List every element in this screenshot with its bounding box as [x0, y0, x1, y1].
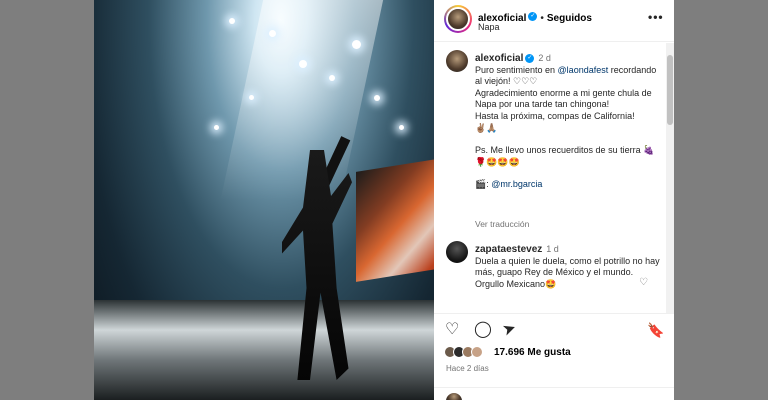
- likes-count[interactable]: 17.696 Me gusta: [494, 347, 571, 358]
- like-heart-icon[interactable]: ♡: [445, 322, 459, 338]
- separator-dot: •: [540, 13, 544, 24]
- stage-light: [249, 95, 254, 100]
- post-location[interactable]: Napa: [478, 22, 500, 32]
- post-details-panel: alexoficial ✓ • Seguidos Napa ••• alexofici…: [434, 0, 674, 400]
- comment-text: Duela a quien le duela, como el potrillo…: [475, 255, 660, 289]
- caption-age: 2 d: [538, 53, 551, 63]
- stage-light: [214, 125, 219, 130]
- page-backdrop-right: [674, 0, 768, 400]
- caption-avatar[interactable]: [446, 50, 468, 72]
- mention-link[interactable]: @mr.bgarcia: [491, 179, 542, 189]
- comment-bubble-icon[interactable]: ◯: [474, 322, 492, 338]
- current-user-avatar: [446, 393, 462, 400]
- page-backdrop-left: [0, 0, 94, 400]
- author-avatar[interactable]: [444, 5, 472, 33]
- more-options-icon[interactable]: •••: [648, 10, 664, 24]
- clapperboard-icon: 🎬: [475, 179, 487, 190]
- post-photo[interactable]: ›: [94, 0, 434, 400]
- stage-light: [352, 40, 361, 49]
- action-bar: ♡ ◯ ➤ 🔖 17.696 Me gusta Hace 2 días: [434, 313, 674, 400]
- comment-age: 1 d: [546, 244, 559, 254]
- comment-emoji: 🤩: [545, 278, 557, 289]
- caption-line: Agradecimiento enorme a mi gente chula d…: [475, 87, 652, 110]
- post-time: Hace 2 días: [446, 364, 489, 373]
- stage-floor: [94, 300, 434, 400]
- liker-avatar: [471, 346, 483, 358]
- post-header: alexoficial ✓ • Seguidos Napa •••: [434, 0, 674, 42]
- share-icon[interactable]: ➤: [500, 319, 518, 340]
- verified-icon: ✓: [525, 54, 535, 64]
- see-translation-link[interactable]: Ver traducción: [475, 219, 529, 229]
- caption-line: Puro sentimiento en: [475, 64, 558, 75]
- commenter-avatar[interactable]: [446, 241, 468, 263]
- stage-light: [229, 18, 235, 24]
- stage-light: [329, 75, 335, 81]
- caption-line: Hasta la próxima, compas de California!: [475, 110, 635, 121]
- caption-username[interactable]: alexoficial: [475, 53, 523, 64]
- like-comment-heart-icon[interactable]: ♡: [639, 277, 648, 288]
- caption-emoji: ✌🏽🙏🏽: [475, 122, 498, 133]
- following-button[interactable]: Seguidos: [547, 13, 592, 24]
- commenter-username[interactable]: zapataestevez: [475, 244, 542, 255]
- mention-link[interactable]: @laondafest: [558, 65, 609, 75]
- save-bookmark-icon[interactable]: 🔖: [647, 322, 664, 338]
- caption-text: alexoficial ✓ 2 d Puro sentimiento en @lao…: [475, 53, 660, 191]
- stage-light: [299, 60, 307, 68]
- scrollbar-thumb[interactable]: [667, 55, 673, 125]
- stage-light: [399, 125, 404, 130]
- caption-line: Ps. Me llevo unos recuerditos de su tier…: [475, 145, 644, 156]
- stage-light: [269, 30, 276, 37]
- add-comment-row[interactable]: [434, 387, 674, 400]
- led-screen: [356, 148, 434, 282]
- verified-icon: ✓: [528, 12, 538, 22]
- comment-item: zapataestevez 1 d Duela a quien le duela,…: [475, 244, 660, 290]
- comments-section[interactable]: alexoficial ✓ 2 d Puro sentimiento en @lao…: [434, 43, 666, 313]
- stage-light: [374, 95, 380, 101]
